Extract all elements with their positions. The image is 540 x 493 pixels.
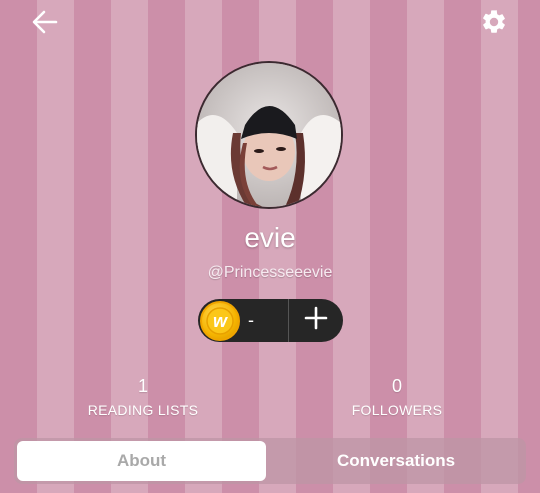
reading-lists-count: 1 (137, 376, 148, 396)
profile-screen: evie @Princesseeevie w - 1 READING LISTS… (0, 0, 540, 493)
reading-lists-stat[interactable]: 1 READING LISTS (63, 376, 223, 418)
reading-lists-label: READING LISTS (87, 402, 199, 418)
settings-button[interactable] (476, 6, 512, 42)
followers-label: FOLLOWERS (351, 402, 443, 418)
tab-conversations[interactable]: Conversations (266, 441, 526, 481)
back-button[interactable] (27, 6, 63, 42)
display-name: evie (244, 222, 296, 253)
wattpad-coin-icon: w (200, 300, 240, 341)
username: @Princesseeevie (207, 264, 333, 281)
followers-stat[interactable]: 0 FOLLOWERS (317, 376, 477, 418)
profile-tab-bar: About Conversations (14, 438, 526, 484)
coin-count: - (248, 310, 254, 330)
followers-count: 0 (391, 376, 402, 396)
coin-balance: w - (198, 299, 343, 342)
avatar[interactable] (195, 61, 343, 209)
add-coins-button[interactable] (289, 299, 343, 342)
plus-icon (304, 306, 328, 335)
profile-photo (197, 63, 341, 207)
gear-icon (480, 8, 508, 41)
coin-letter: w (213, 311, 228, 331)
arrow-left-icon (31, 8, 59, 41)
tab-about[interactable]: About (17, 441, 266, 481)
